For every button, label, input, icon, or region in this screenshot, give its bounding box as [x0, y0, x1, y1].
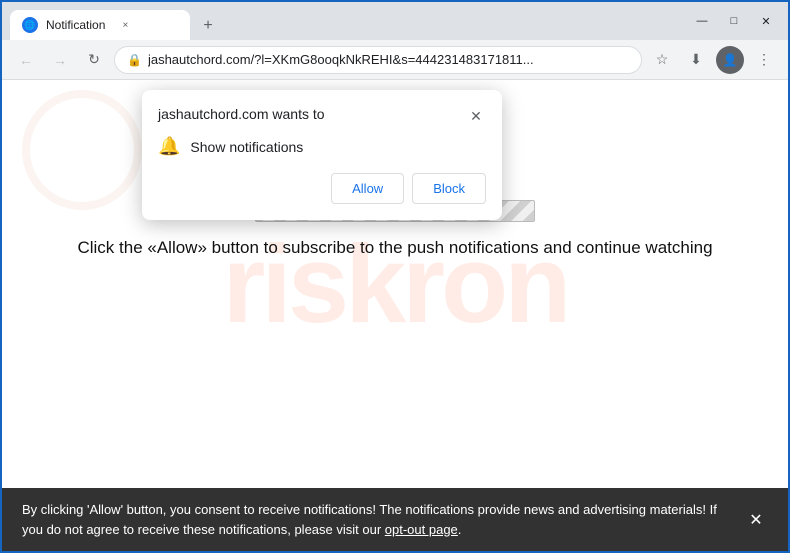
- notification-popup: jashautchord.com wants to ✕ 🔔 Show notif…: [142, 90, 502, 220]
- instruction-label: Click the «Allow» button to subscribe to…: [77, 238, 712, 257]
- close-window-button[interactable]: ✕: [752, 7, 780, 35]
- forward-icon: →: [53, 52, 67, 68]
- browser-window: 🌐 Notification × + — □ ✕ ← → ↻ 🔒 jashaut…: [0, 0, 790, 553]
- star-icon: ☆: [656, 51, 669, 68]
- consent-text: By clicking 'Allow' button, you consent …: [22, 500, 732, 539]
- url-text: jashautchord.com/?l=XKmG8ooqkNkREHI&s=44…: [148, 52, 629, 67]
- allow-button[interactable]: Allow: [331, 173, 404, 204]
- downloads-button[interactable]: ⬇: [682, 46, 710, 74]
- minimize-button[interactable]: —: [688, 7, 716, 35]
- circle-watermark: [22, 90, 142, 210]
- lock-icon: 🔒: [127, 53, 142, 67]
- menu-dots-icon: ⋮: [757, 51, 771, 68]
- maximize-button[interactable]: □: [720, 7, 748, 35]
- consent-close-button[interactable]: ✕: [744, 510, 768, 530]
- consent-bar: By clicking 'Allow' button, you consent …: [2, 488, 788, 551]
- tab-area: 🌐 Notification × +: [10, 2, 682, 40]
- consent-text-content: By clicking 'Allow' button, you consent …: [22, 502, 717, 537]
- downloads-icon: ⬇: [690, 51, 702, 68]
- popup-buttons: Allow Block: [158, 173, 486, 204]
- back-icon: ←: [19, 52, 33, 68]
- notification-label: Show notifications: [190, 139, 303, 155]
- bell-icon: 🔔: [158, 136, 180, 157]
- window-controls: — □ ✕: [688, 7, 780, 35]
- new-tab-button[interactable]: +: [194, 12, 222, 40]
- back-button[interactable]: ←: [12, 46, 40, 74]
- reload-button[interactable]: ↻: [80, 46, 108, 74]
- tab-close-button[interactable]: ×: [117, 17, 133, 33]
- opt-out-link[interactable]: opt-out page: [385, 522, 458, 537]
- block-button[interactable]: Block: [412, 173, 486, 204]
- page-content: riskron jashautchord.com wants to ✕ 🔔 Sh…: [2, 80, 788, 488]
- address-bar: ← → ↻ 🔒 jashautchord.com/?l=XKmG8ooqkNkR…: [2, 40, 788, 80]
- forward-button[interactable]: →: [46, 46, 74, 74]
- popup-close-button[interactable]: ✕: [466, 106, 486, 126]
- consent-text-suffix: .: [458, 522, 462, 537]
- instruction-text: Click the «Allow» button to subscribe to…: [2, 238, 788, 258]
- title-bar: 🌐 Notification × + — □ ✕: [2, 2, 788, 40]
- reload-icon: ↻: [88, 51, 100, 68]
- profile-button[interactable]: 👤: [716, 46, 744, 74]
- active-tab[interactable]: 🌐 Notification ×: [10, 10, 190, 40]
- menu-button[interactable]: ⋮: [750, 46, 778, 74]
- tab-favicon: 🌐: [22, 17, 38, 33]
- popup-header: jashautchord.com wants to ✕: [158, 106, 486, 126]
- url-box[interactable]: 🔒 jashautchord.com/?l=XKmG8ooqkNkREHI&s=…: [114, 46, 642, 74]
- popup-title: jashautchord.com wants to: [158, 106, 325, 122]
- bookmark-button[interactable]: ☆: [648, 46, 676, 74]
- notification-row: 🔔 Show notifications: [158, 136, 486, 157]
- tab-title: Notification: [46, 18, 105, 32]
